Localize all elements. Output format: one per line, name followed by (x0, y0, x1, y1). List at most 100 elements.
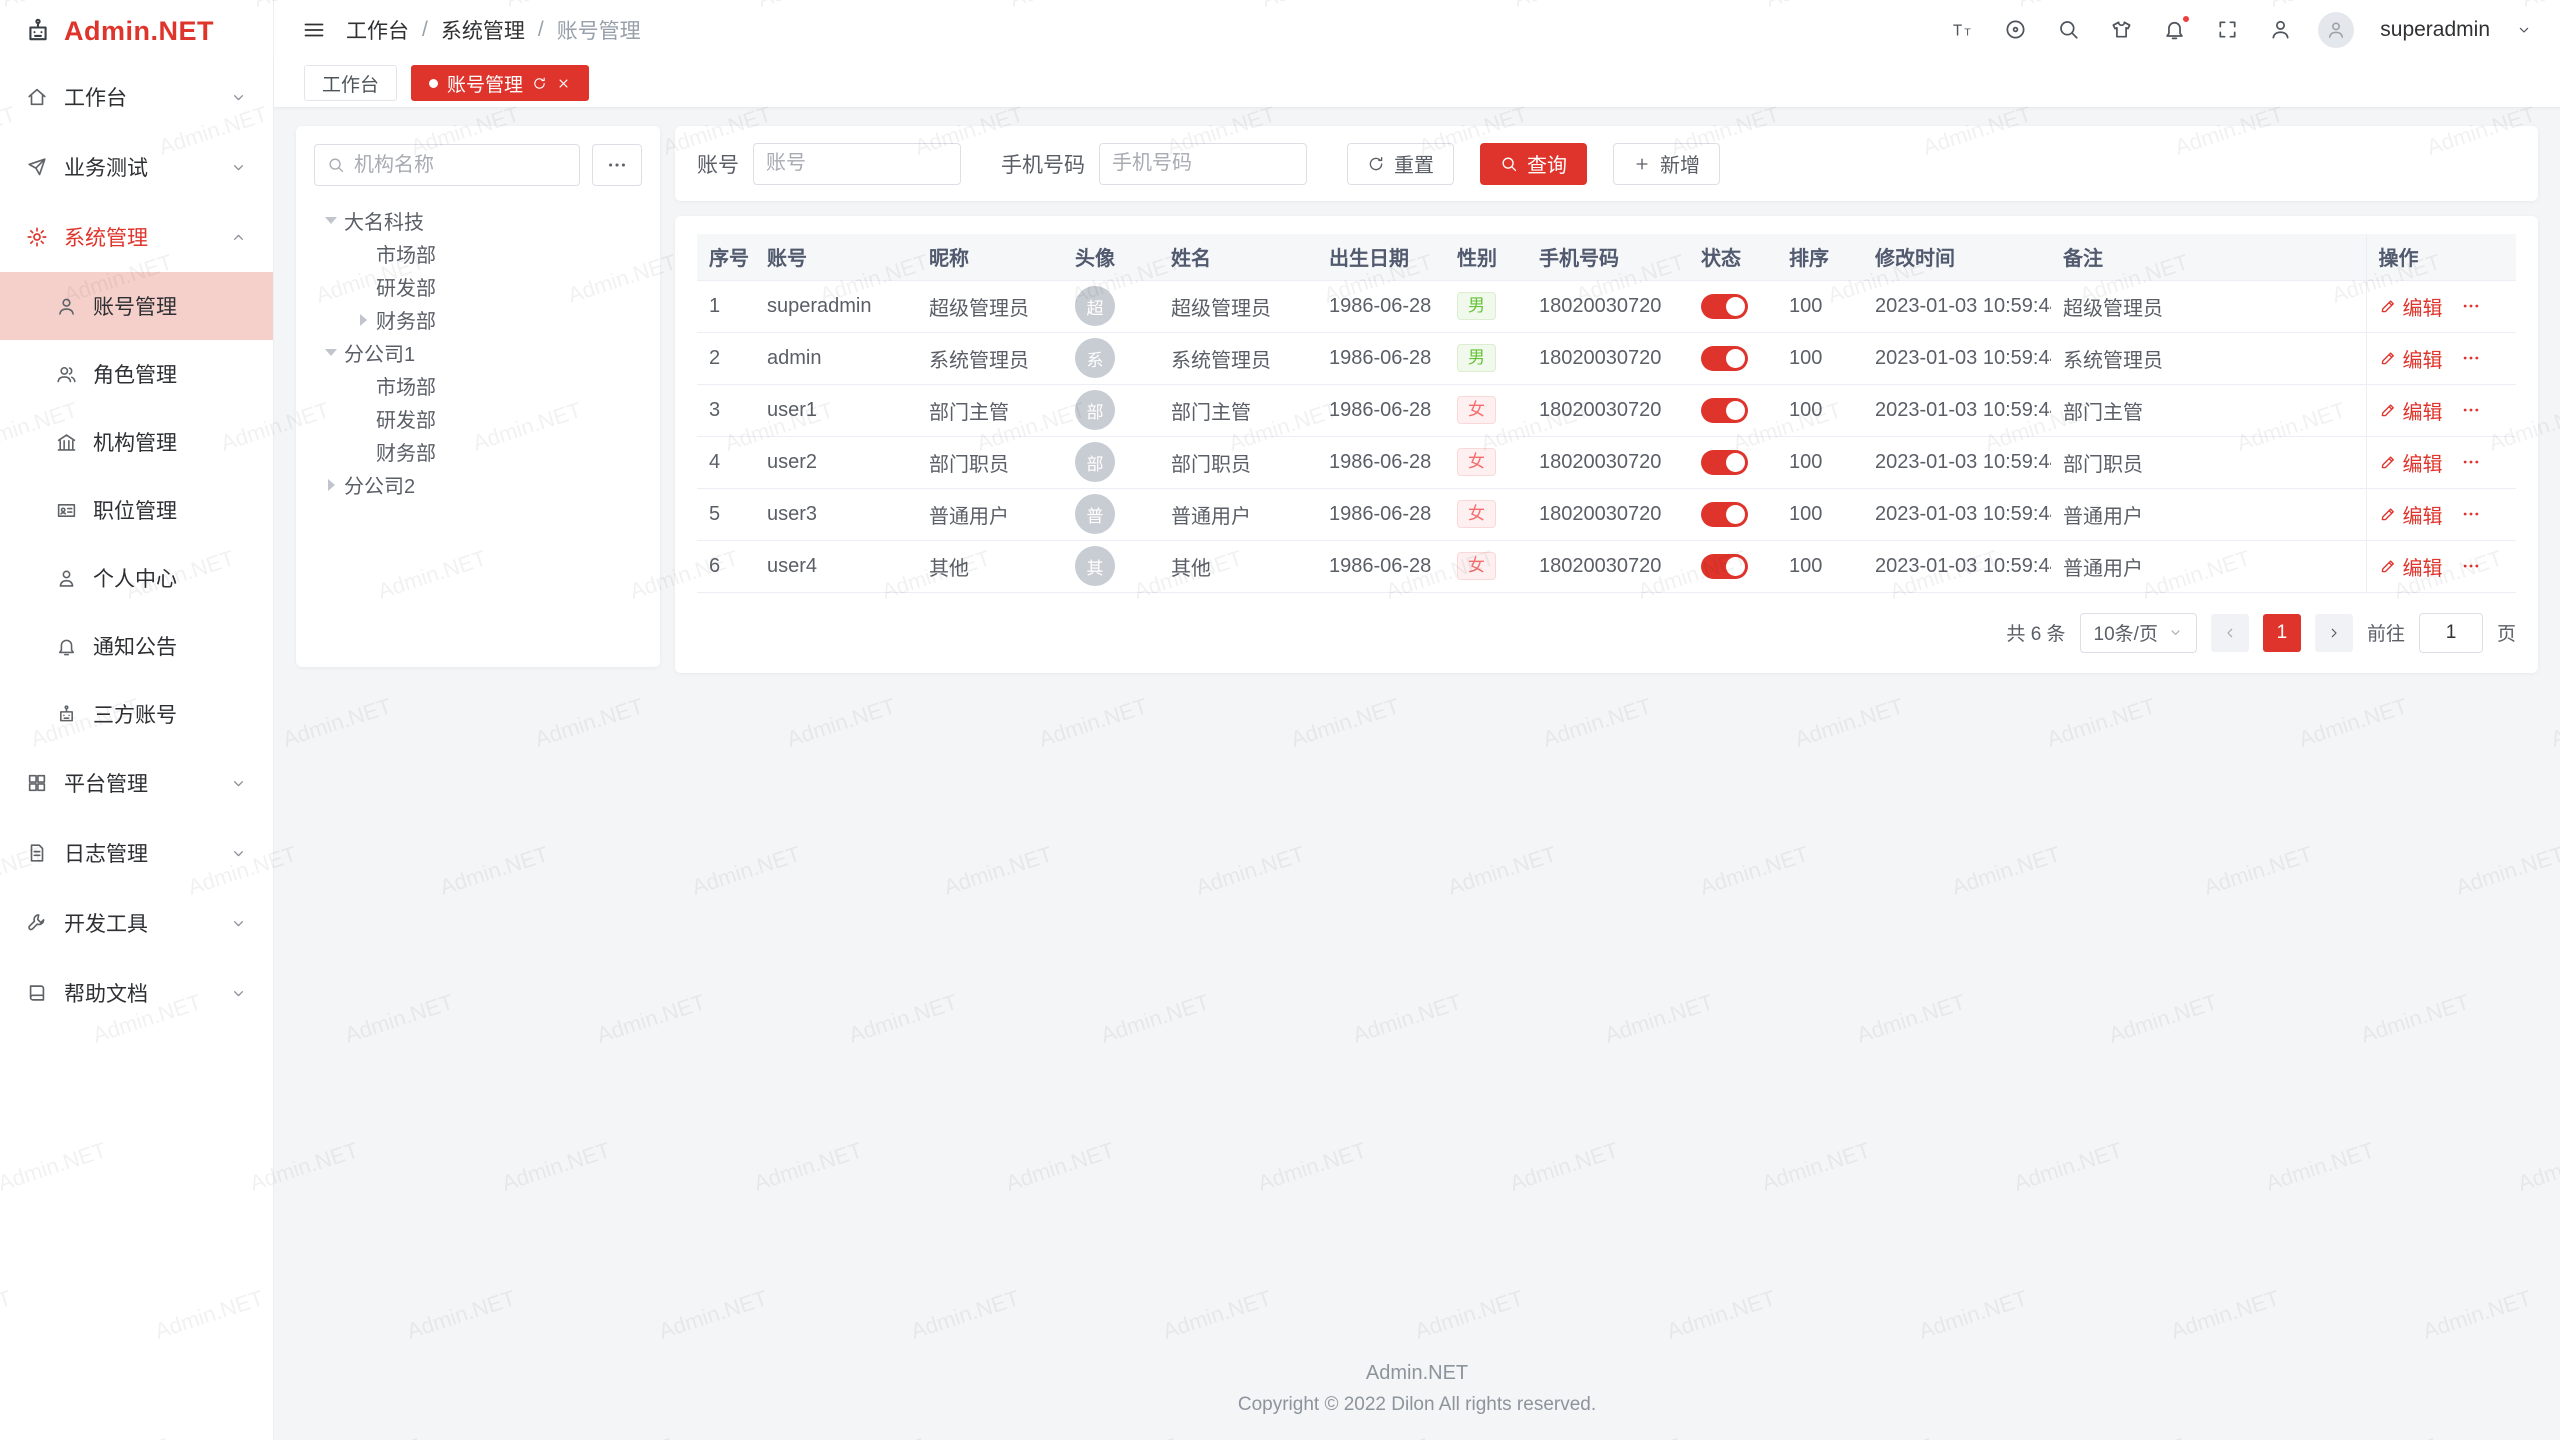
tab-account-management[interactable]: 账号管理 (411, 65, 589, 101)
account-input-field[interactable] (766, 152, 948, 175)
edit-button[interactable]: 编辑 (2379, 344, 2443, 373)
status-toggle[interactable] (1701, 294, 1748, 319)
row-more-button[interactable] (2461, 452, 2481, 472)
current-page[interactable]: 1 (2263, 614, 2301, 652)
sidebar-item-3[interactable]: 系统管理 (0, 202, 273, 272)
sidebar-subitem-3-1[interactable]: 账号管理 (0, 272, 273, 340)
gender-tag: 女 (1457, 448, 1496, 476)
gear-icon (26, 226, 48, 248)
row-more-button[interactable] (2461, 348, 2481, 368)
cell-account: user1 (755, 384, 917, 436)
edit-button[interactable]: 编辑 (2379, 396, 2443, 425)
phone-label: 手机号码 (1001, 149, 1085, 179)
add-button[interactable]: 新增 (1613, 143, 1720, 185)
sidebar-subitem-label: 机构管理 (93, 427, 177, 457)
reset-button[interactable]: 重置 (1347, 143, 1454, 185)
sidebar-item-4[interactable]: 平台管理 (0, 748, 273, 818)
goto-label: 前往 (2367, 619, 2405, 646)
avatar: 部 (1075, 390, 1115, 430)
tree-node-3[interactable]: 研发部 (314, 270, 642, 303)
page-size-select[interactable]: 10条/页 (2080, 613, 2197, 653)
org-more-button[interactable] (592, 144, 642, 186)
tree-node-9[interactable]: 分公司2 (314, 468, 642, 501)
status-toggle[interactable] (1701, 450, 1748, 475)
table-row: 1superadmin超级管理员超超级管理员1986-06-28男1802003… (697, 280, 2516, 332)
sidebar-subitem-3-4[interactable]: 职位管理 (0, 476, 273, 544)
sidebar-item-2[interactable]: 业务测试 (0, 132, 273, 202)
tab-close-icon[interactable] (556, 76, 571, 91)
edit-button[interactable]: 编辑 (2379, 552, 2443, 581)
sidebar-subitem-3-5[interactable]: 个人中心 (0, 544, 273, 612)
row-more-button[interactable] (2461, 400, 2481, 420)
edit-button[interactable]: 编辑 (2379, 500, 2443, 529)
chevron-down-icon[interactable] (2516, 22, 2532, 38)
goto-page-input[interactable] (2419, 613, 2483, 653)
profile-icon[interactable] (2269, 18, 2292, 41)
sidebar-item-5[interactable]: 日志管理 (0, 818, 273, 888)
avatar: 普 (1075, 494, 1115, 534)
sidebar-subitem-3-7[interactable]: 三方账号 (0, 680, 273, 748)
tree-node-label: 研发部 (376, 272, 436, 301)
next-page-button[interactable] (2315, 614, 2353, 652)
row-more-button[interactable] (2461, 504, 2481, 524)
tab-refresh-icon[interactable] (532, 76, 547, 91)
breadcrumb-item-workbench[interactable]: 工作台 (346, 15, 409, 45)
sidebar: Admin.NET 工作台业务测试系统管理账号管理角色管理机构管理职位管理个人中… (0, 0, 274, 1440)
tab-workbench[interactable]: 工作台 (304, 65, 397, 101)
cell-order: 100 (1777, 384, 1863, 436)
hamburger-icon[interactable] (302, 18, 326, 42)
sidebar-item-6[interactable]: 开发工具 (0, 888, 273, 958)
status-toggle[interactable] (1701, 346, 1748, 371)
prev-page-button[interactable] (2211, 614, 2249, 652)
svg-text:T: T (1953, 22, 1963, 39)
edit-button[interactable]: 编辑 (2379, 448, 2443, 477)
font-size-icon[interactable]: TT (1951, 18, 1974, 41)
column-header-5: 姓名 (1159, 234, 1317, 280)
cell-updated: 2023-01-03 10:59:44 (1863, 436, 2051, 488)
cell-order: 100 (1777, 540, 1863, 592)
tree-node-5[interactable]: 分公司1 (314, 336, 642, 369)
notification-icon[interactable] (2163, 18, 2186, 41)
phone-input-field[interactable] (1112, 152, 1294, 175)
person-icon (56, 568, 77, 589)
role-icon (56, 364, 77, 385)
bell-icon (56, 636, 77, 657)
header-right: TT superadmin (1951, 12, 2532, 48)
sidebar-subitem-3-6[interactable]: 通知公告 (0, 612, 273, 680)
query-button[interactable]: 查询 (1480, 143, 1587, 185)
sidebar-item-7[interactable]: 帮助文档 (0, 958, 273, 1028)
header-icons: TT (1951, 18, 2292, 41)
sidebar-item-label: 日志管理 (64, 838, 148, 868)
tree-node-4[interactable]: 财务部 (314, 303, 642, 336)
tree-node-2[interactable]: 市场部 (314, 237, 642, 270)
tree-node-7[interactable]: 研发部 (314, 402, 642, 435)
user-avatar[interactable] (2318, 12, 2354, 48)
tree-node-1[interactable]: 大名科技 (314, 204, 642, 237)
sidebar-item-1[interactable]: 工作台 (0, 62, 273, 132)
locate-icon[interactable] (2004, 18, 2027, 41)
edit-button[interactable]: 编辑 (2379, 292, 2443, 321)
org-search-field[interactable] (354, 154, 567, 177)
row-more-button[interactable] (2461, 556, 2481, 576)
fullscreen-icon[interactable] (2216, 18, 2239, 41)
cell-nickname: 普通用户 (917, 488, 1063, 540)
logo[interactable]: Admin.NET (0, 0, 273, 62)
phone-input[interactable] (1099, 143, 1307, 185)
sidebar-subitem-3-2[interactable]: 角色管理 (0, 340, 273, 408)
status-toggle[interactable] (1701, 554, 1748, 579)
status-toggle[interactable] (1701, 398, 1748, 423)
cell-order: 100 (1777, 280, 1863, 332)
tree-node-6[interactable]: 市场部 (314, 369, 642, 402)
search-icon[interactable] (2057, 18, 2080, 41)
status-toggle[interactable] (1701, 502, 1748, 527)
sidebar-subitem-3-3[interactable]: 机构管理 (0, 408, 273, 476)
username[interactable]: superadmin (2380, 18, 2490, 42)
cell-name: 部门主管 (1159, 384, 1317, 436)
tree-node-8[interactable]: 财务部 (314, 435, 642, 468)
theme-icon[interactable] (2110, 18, 2133, 41)
org-search-input[interactable] (314, 144, 580, 186)
right-column: 账号 手机号码 重置 查询 (675, 126, 2538, 673)
breadcrumb-item-system[interactable]: 系统管理 (441, 15, 525, 45)
row-more-button[interactable] (2461, 296, 2481, 316)
account-input[interactable] (753, 143, 961, 185)
